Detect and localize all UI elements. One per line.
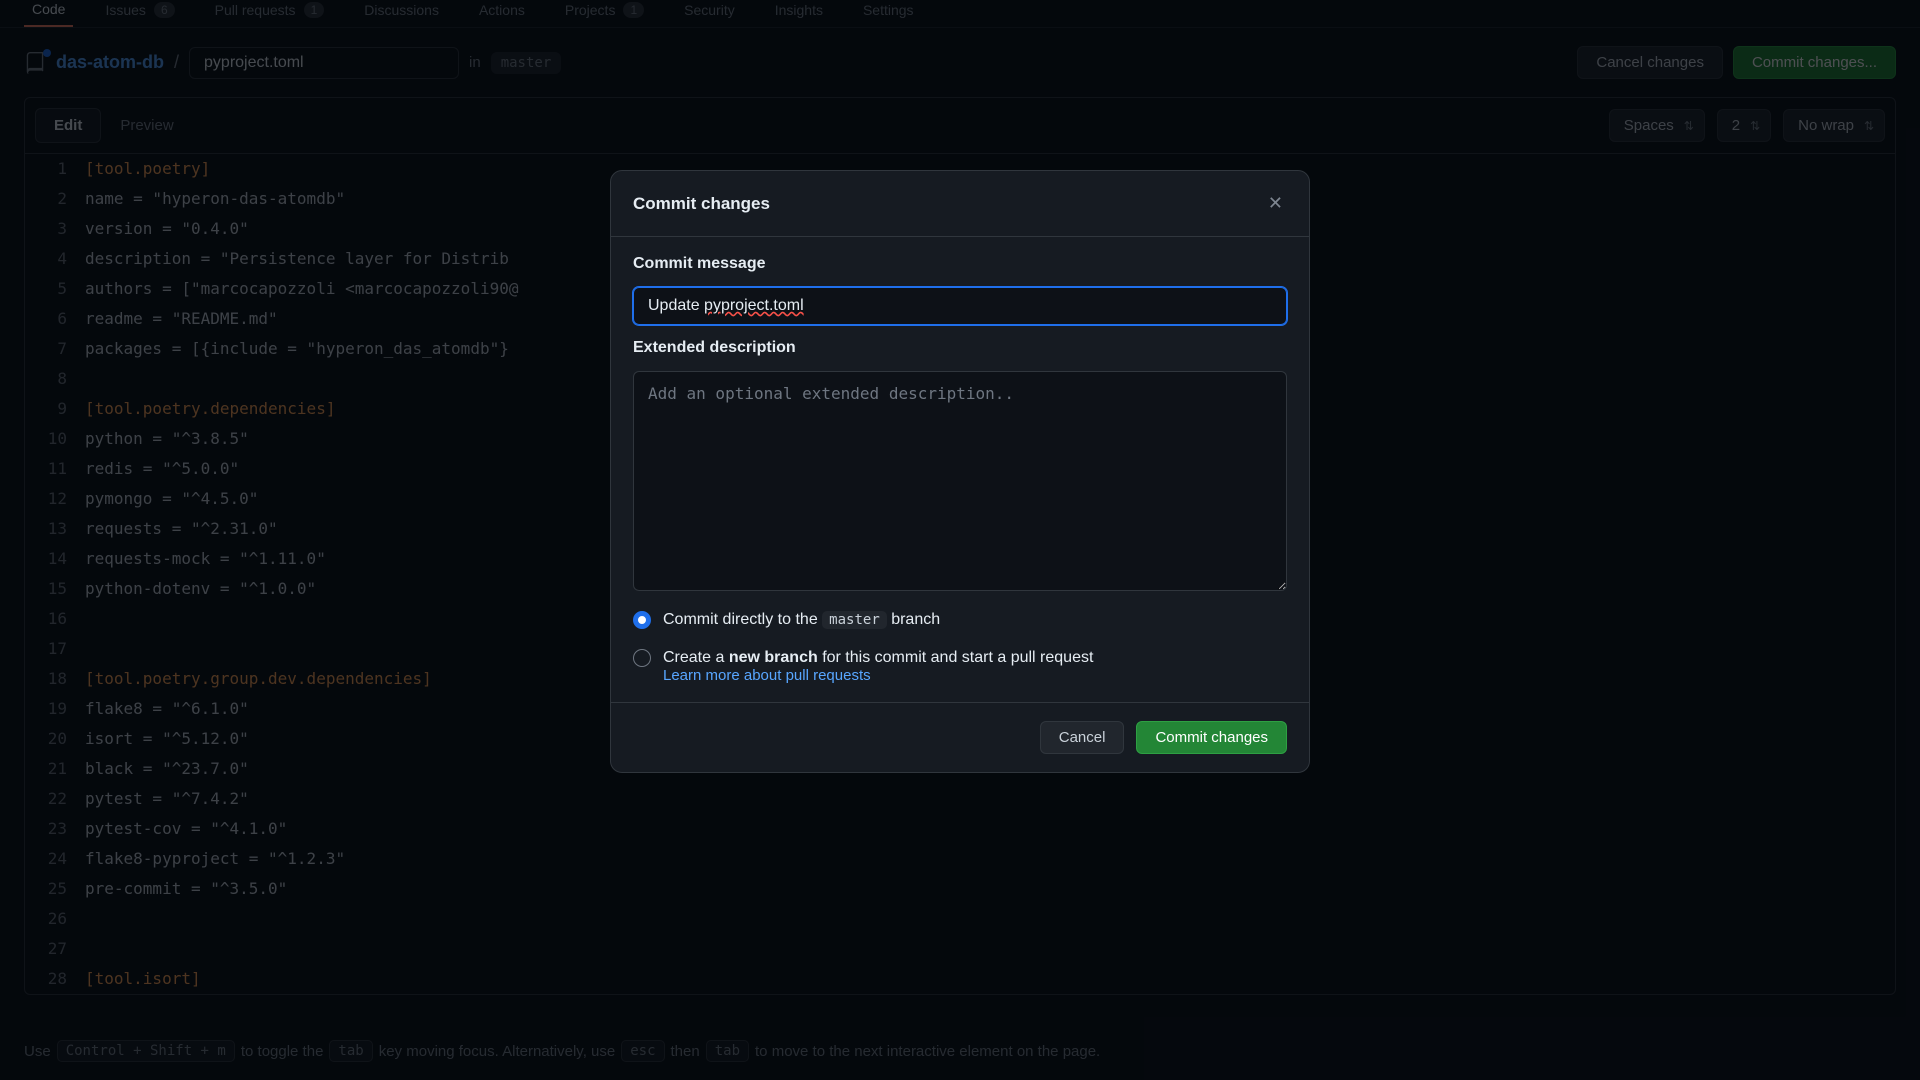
extended-description-label: Extended description xyxy=(633,339,1287,357)
modal-overlay[interactable]: Commit changes ✕ Commit message Update p… xyxy=(0,0,1920,1080)
radio-unchecked-icon xyxy=(633,649,651,667)
modal-title: Commit changes xyxy=(633,194,770,214)
close-icon[interactable]: ✕ xyxy=(1264,189,1287,218)
radio-checked-icon xyxy=(633,611,651,629)
extended-description-textarea[interactable] xyxy=(633,371,1287,591)
commit-message-input[interactable]: Update pyproject.toml xyxy=(633,287,1287,325)
modal-cancel-button[interactable]: Cancel xyxy=(1040,721,1125,754)
commit-direct-radio[interactable]: Commit directly to the master branch xyxy=(633,611,1287,629)
modal-commit-button[interactable]: Commit changes xyxy=(1136,721,1287,754)
learn-more-link[interactable]: Learn more about pull requests xyxy=(663,667,871,684)
branch-name-chip: master xyxy=(822,611,887,629)
create-branch-radio[interactable]: Create a new branch for this commit and … xyxy=(633,649,1287,667)
commit-modal: Commit changes ✕ Commit message Update p… xyxy=(610,170,1310,773)
commit-message-label: Commit message xyxy=(633,255,1287,273)
